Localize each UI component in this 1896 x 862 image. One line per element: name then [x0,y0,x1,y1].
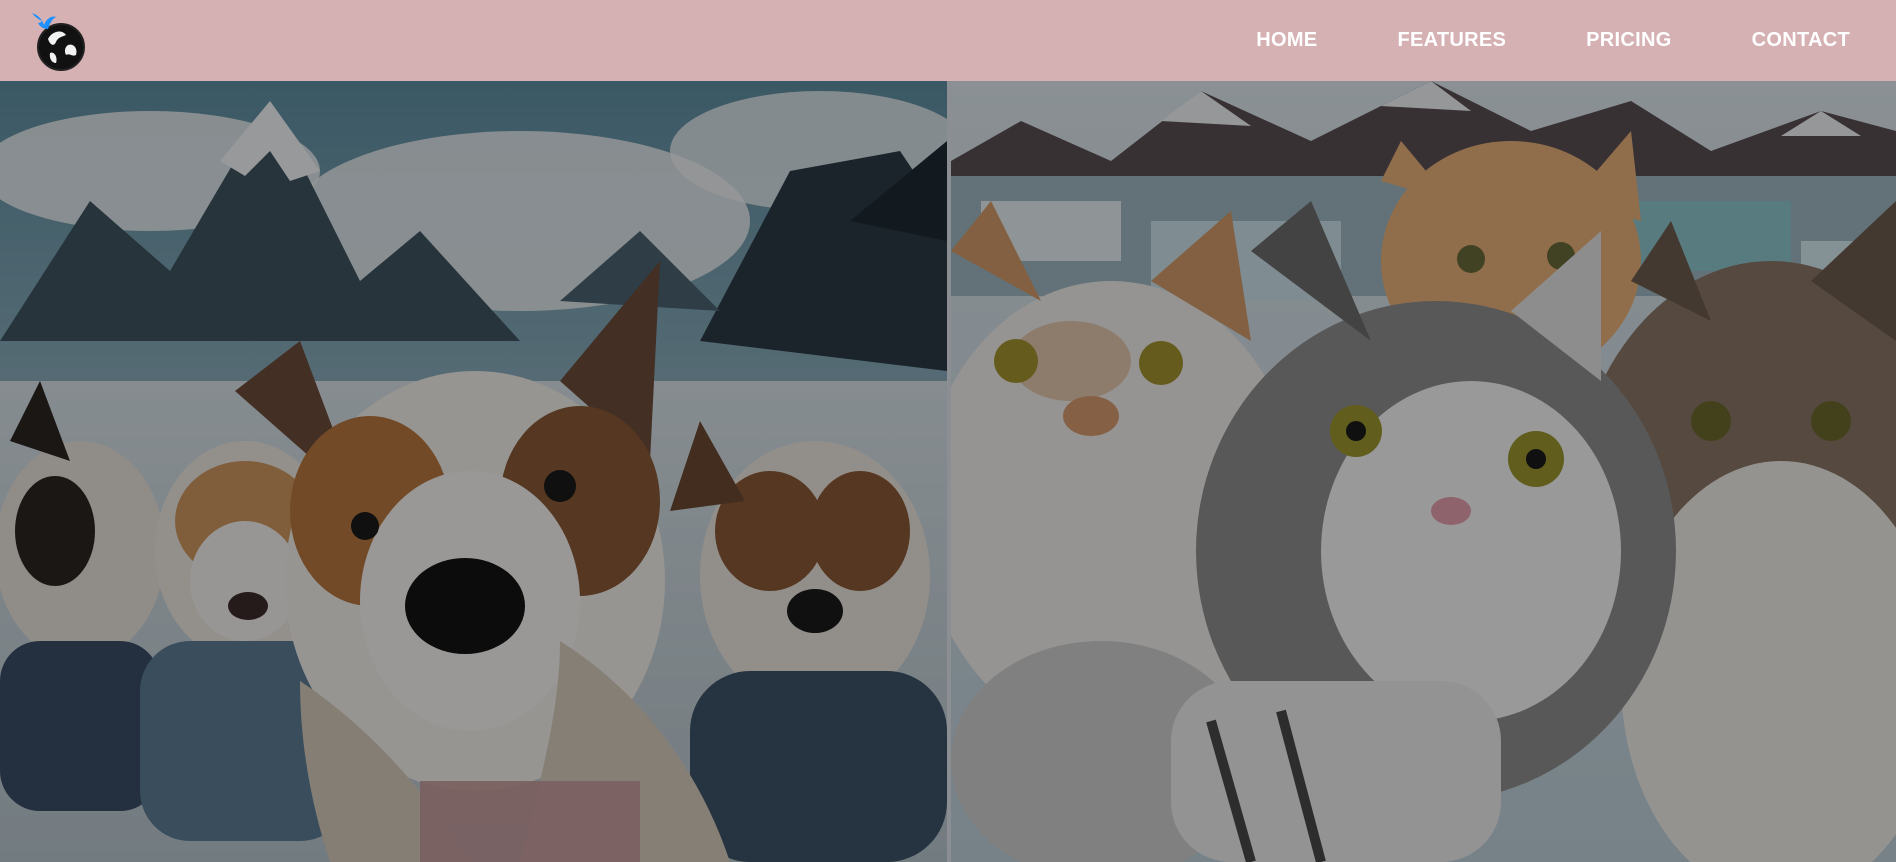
nav-home-link[interactable]: HOME [1256,29,1317,52]
nav-features-link[interactable]: FEATURES [1397,29,1506,52]
hero-banner [0,81,1896,862]
main-navigation: HOME FEATURES PRICING CONTACT [1176,0,1850,81]
hero-dogs-image [0,81,947,862]
navbar: HOME FEATURES PRICING CONTACT [0,0,1896,81]
nav-contact-link[interactable]: CONTACT [1752,29,1850,52]
brand-logo-icon[interactable] [30,7,88,73]
hero-cats-image [951,81,1896,862]
nav-pricing-link[interactable]: PRICING [1586,29,1671,52]
